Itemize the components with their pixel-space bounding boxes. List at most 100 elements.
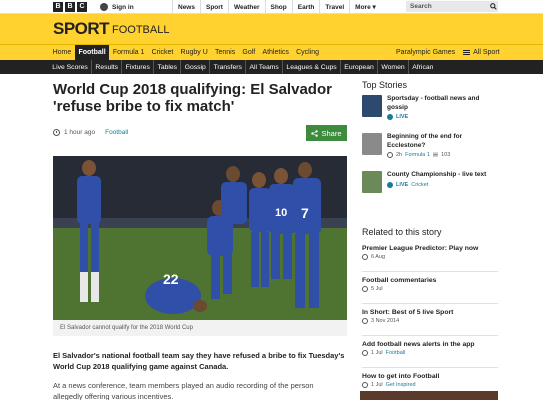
sub-nav-all-teams[interactable]: All Teams <box>246 60 284 74</box>
story-thumbnail <box>362 95 382 117</box>
section-nav-cricket[interactable]: Cricket <box>148 45 177 60</box>
sign-in-label: Sign in <box>112 3 134 11</box>
bbc-logo-letter: C <box>77 2 87 12</box>
clock-icon <box>387 152 393 158</box>
user-icon <box>100 3 108 11</box>
story-category-link[interactable]: Formula 1 <box>405 152 430 158</box>
sub-nav-live-scores[interactable]: Live Scores <box>49 60 93 74</box>
section-nav-paralympic-games[interactable]: Paralympic Games <box>392 45 459 60</box>
sub-nav-european[interactable]: European <box>341 60 379 74</box>
section-nav-rugby-union[interactable]: Rugby U <box>177 45 211 60</box>
live-icon <box>387 114 393 120</box>
article-meta: 1 hour ago Football <box>53 127 128 137</box>
story-title[interactable]: Sportsday - football news and gossip <box>387 95 498 112</box>
bbc-topbar: B B C Sign in News Sport Weather Shop Ea… <box>0 0 543 14</box>
clock-icon <box>362 318 368 324</box>
search-placeholder: Search <box>410 3 432 10</box>
all-sport-label: All Sport <box>473 49 500 56</box>
bbc-logo-letter: B <box>65 2 75 12</box>
svg-text:22: 22 <box>163 271 179 287</box>
global-nav-travel[interactable]: Travel <box>319 0 349 14</box>
section-nav-home[interactable]: Home <box>49 45 75 60</box>
divider <box>362 335 498 336</box>
live-badge: LIVE <box>396 181 409 188</box>
top-story-item[interactable]: County Championship - live text LIVE Cri… <box>362 171 498 201</box>
share-icon <box>311 129 319 137</box>
clock-icon <box>362 382 368 388</box>
global-nav-sport[interactable]: Sport <box>199 0 228 14</box>
story-title[interactable]: Beginning of the end for Ecclestone? <box>387 133 498 150</box>
clock-icon <box>362 350 368 356</box>
section-nav-tennis[interactable]: Tennis <box>211 45 238 60</box>
related-item-category[interactable]: Get Inspired <box>386 382 416 388</box>
sub-nav-african[interactable]: African <box>409 60 437 74</box>
live-icon <box>387 181 393 188</box>
story-time: 2h <box>396 152 403 158</box>
related-item-title[interactable]: How to get into Football <box>362 372 498 381</box>
related-item[interactable]: Premier League Predictor: Play now 6 Aug <box>362 244 498 268</box>
related-item-title[interactable]: In Short: Best of 5 live Sport <box>362 308 498 317</box>
sub-nav-results[interactable]: Results <box>92 60 123 74</box>
global-nav-weather[interactable]: Weather <box>227 0 265 14</box>
comments-icon: ▤ <box>432 152 439 158</box>
clock-icon <box>362 286 368 292</box>
global-nav-more[interactable]: More ▾ <box>349 0 381 14</box>
share-label: Share <box>321 128 342 138</box>
divider <box>362 367 498 368</box>
more-label: More <box>355 3 371 11</box>
sub-nav-gossip[interactable]: Gossip <box>181 60 211 74</box>
top-stories: Top Stories Sportsday - football news an… <box>362 80 498 209</box>
svg-text:7: 7 <box>301 205 309 221</box>
story-category-link[interactable]: Cricket <box>411 182 428 188</box>
related-title: Related to this story <box>362 227 442 237</box>
divider <box>362 303 498 304</box>
sub-nav-leagues-cups[interactable]: Leagues & Cups <box>283 60 341 74</box>
svg-text:10: 10 <box>275 207 287 219</box>
divider <box>362 271 498 272</box>
all-sport-menu-button[interactable]: All Sport <box>459 45 503 60</box>
sub-nav-transfers[interactable]: Transfers <box>210 60 247 74</box>
sign-in-link[interactable]: Sign in <box>100 0 134 14</box>
related-item-date: 1 Jul <box>371 350 383 356</box>
section-nav-golf[interactable]: Golf <box>239 45 259 60</box>
related-item-title[interactable]: Premier League Predictor: Play now <box>362 244 498 253</box>
global-nav-earth[interactable]: Earth <box>291 0 320 14</box>
global-nav: News Sport Weather Shop Earth Travel Mor… <box>172 0 381 14</box>
article-paragraph: At a news conference, team members playe… <box>53 381 314 400</box>
related-item[interactable]: Football commentaries 5 Jul <box>362 276 498 300</box>
comment-count: 103 <box>441 152 451 158</box>
section-title[interactable]: FOOTBALL <box>112 24 169 36</box>
live-badge: LIVE <box>396 114 409 120</box>
sub-nav-fixtures[interactable]: Fixtures <box>122 60 155 74</box>
related-item[interactable]: Add football news alerts in the app 1 Ju… <box>362 340 498 364</box>
sub-nav-tables[interactable]: Tables <box>154 60 182 74</box>
story-title[interactable]: County Championship - live text <box>387 171 486 180</box>
bbc-logo[interactable]: B B C <box>53 2 87 12</box>
sub-nav-women[interactable]: Women <box>378 60 409 74</box>
promo-image[interactable] <box>360 391 498 400</box>
article-timestamp: 1 hour ago <box>64 128 96 136</box>
share-button[interactable]: Share <box>306 125 347 141</box>
story-thumbnail <box>362 133 382 155</box>
related-item-title[interactable]: Add football news alerts in the app <box>362 340 498 349</box>
search-icon[interactable] <box>488 1 498 12</box>
global-nav-news[interactable]: News <box>172 0 200 14</box>
related-item[interactable]: In Short: Best of 5 live Sport 3 Nov 201… <box>362 308 498 332</box>
section-nav-formula1[interactable]: Formula 1 <box>109 45 148 60</box>
sport-header: SPORT FOOTBALL <box>0 14 543 44</box>
section-nav-cycling[interactable]: Cycling <box>292 45 322 60</box>
article-headline: World Cup 2018 qualifying: El Salvador '… <box>53 81 332 115</box>
related-item-date: 5 Jul <box>371 286 383 292</box>
sport-brand[interactable]: SPORT <box>53 19 110 39</box>
section-nav-athletics[interactable]: Athletics <box>259 45 293 60</box>
search-input[interactable]: Search <box>406 1 498 12</box>
chevron-down-icon: ▾ <box>372 4 376 11</box>
related-item-title[interactable]: Football commentaries <box>362 276 498 285</box>
related-item-category[interactable]: Football <box>386 350 406 356</box>
top-story-item[interactable]: Sportsday - football news and gossip LIV… <box>362 95 498 125</box>
section-nav-football[interactable]: Football <box>74 45 110 60</box>
top-story-item[interactable]: Beginning of the end for Ecclestone? 2h … <box>362 133 498 163</box>
article-category-link[interactable]: Football <box>105 129 128 136</box>
global-nav-shop[interactable]: Shop <box>264 0 292 14</box>
players-illustration: 22 10 7 <box>53 156 347 320</box>
